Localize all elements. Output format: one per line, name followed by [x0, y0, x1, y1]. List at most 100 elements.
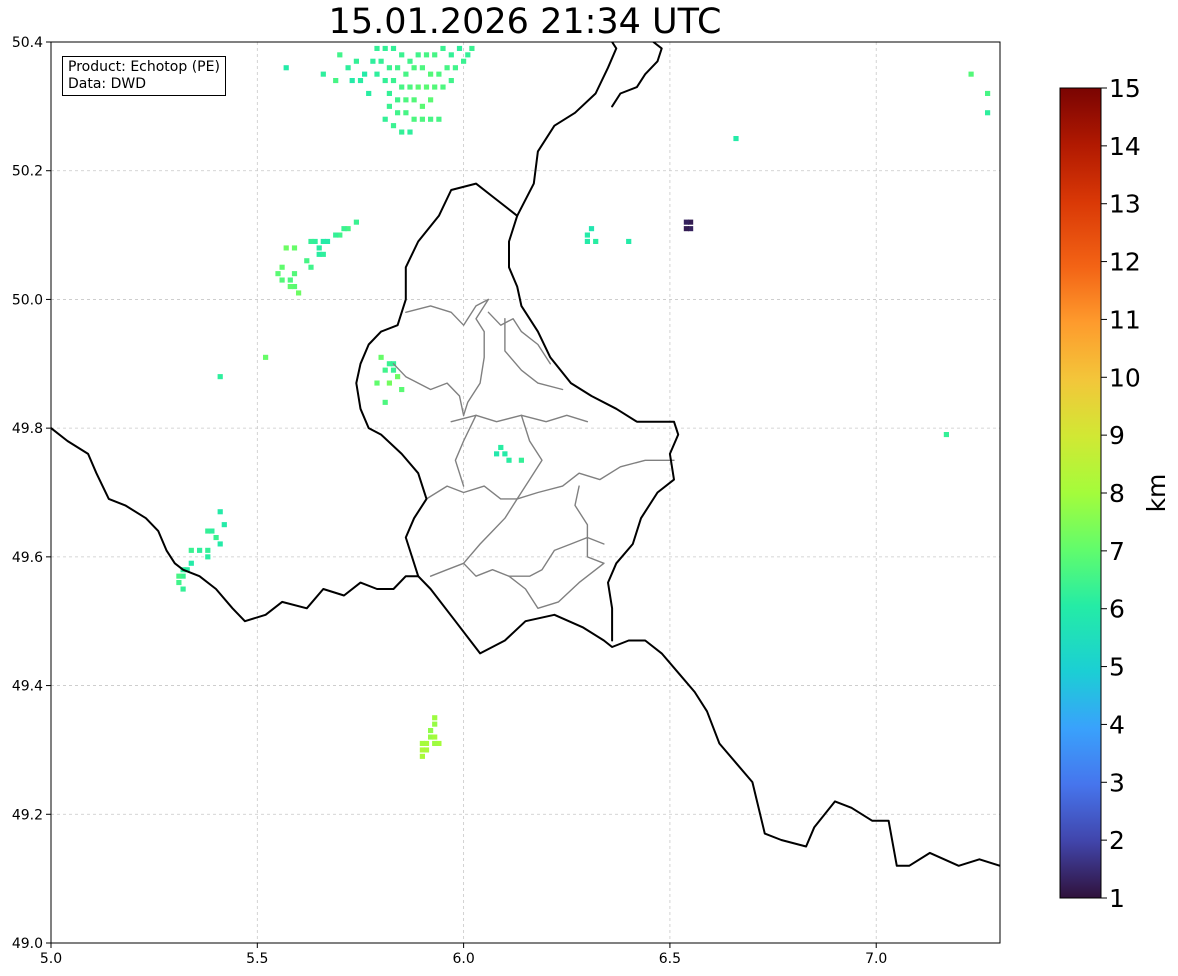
- radar-cell: [217, 374, 223, 380]
- canton-border: [454, 414, 477, 487]
- radar-cell: [419, 103, 425, 109]
- product-label: Product: Echotop (PE): [68, 59, 220, 75]
- radar-cell: [626, 238, 632, 244]
- radar-cell: [407, 84, 413, 90]
- radar-cell: [320, 251, 326, 257]
- radar-cell: [386, 65, 392, 71]
- map-frame: [50, 41, 1001, 944]
- radar-cell: [374, 71, 380, 77]
- radar-cell: [188, 560, 194, 566]
- radar-cell: [403, 71, 409, 77]
- radar-cell: [498, 444, 504, 450]
- radar-cell: [683, 226, 689, 232]
- radar-cell: [419, 740, 425, 746]
- radar-cell: [304, 258, 310, 264]
- radar-cell: [287, 277, 293, 283]
- national-border: [417, 575, 1000, 867]
- radar-map: 5.0 5.5 6.0 6.5 7.0 49.0 49.2 49.4 49.6 49.8 50.0…: [12, 35, 1171, 967]
- radar-cell: [395, 97, 401, 103]
- radar-cell: [943, 432, 949, 438]
- radar-cell: [403, 97, 409, 103]
- longitude-axis: 5.0 5.5 6.0 6.5 7.0: [40, 943, 887, 967]
- radar-cell: [593, 238, 599, 244]
- radar-cell: [584, 232, 590, 238]
- radar-cell: [399, 52, 405, 58]
- canton-border: [574, 485, 605, 564]
- radar-cell: [378, 58, 384, 64]
- radar-cell: [403, 110, 409, 116]
- canton-border: [429, 498, 518, 577]
- radar-cell: [436, 116, 442, 122]
- canton-borders: [392, 298, 675, 609]
- radar-cell: [386, 90, 392, 96]
- x-tick-label: 6.0: [452, 951, 474, 967]
- national-border: [51, 427, 420, 623]
- radar-cell: [180, 586, 186, 592]
- radar-cell: [221, 522, 227, 528]
- colorbar-tick-label: 13: [1109, 190, 1141, 219]
- radar-cell: [423, 52, 430, 58]
- radar-cell: [428, 71, 434, 77]
- radar-cell: [217, 509, 223, 515]
- colorbar-tick-label: 8: [1109, 479, 1125, 508]
- y-tick-label: 49.4: [12, 679, 43, 695]
- radar-cell: [390, 78, 397, 84]
- radar-cell: [428, 97, 434, 103]
- canton-border: [425, 459, 675, 500]
- x-tick-label: 5.0: [40, 951, 62, 967]
- radar-cell: [444, 65, 450, 71]
- radar-cell: [448, 52, 454, 58]
- radar-cell: [287, 284, 293, 290]
- colorbar-tick-label: 14: [1109, 132, 1141, 161]
- radar-cell: [308, 238, 314, 244]
- radar-cell: [275, 271, 281, 277]
- radar-cell: [291, 271, 298, 277]
- radar-cell: [452, 65, 458, 71]
- colorbar-tick-label: 7: [1109, 537, 1125, 566]
- radar-cell: [584, 238, 590, 244]
- radar-cell: [205, 554, 211, 560]
- colorbar-tick-label: 6: [1109, 595, 1125, 624]
- radar-cell: [320, 238, 326, 244]
- radar-cell: [390, 45, 397, 51]
- radar-cell: [465, 52, 471, 58]
- radar-cell: [205, 528, 211, 534]
- radar-cell: [283, 245, 289, 251]
- radar-cell: [494, 451, 500, 457]
- y-tick-label: 50.2: [12, 164, 43, 180]
- colorbar-tick-label: 5: [1109, 653, 1125, 682]
- radar-cell: [419, 65, 425, 71]
- radar-cell: [382, 399, 388, 405]
- y-tick-label: 49.2: [12, 807, 43, 823]
- radar-cell: [506, 457, 512, 463]
- radar-cell: [279, 277, 285, 283]
- radar-cell: [374, 45, 380, 51]
- colorbar-tick-label: 9: [1109, 421, 1125, 450]
- colorbar-tick-label: 3: [1109, 768, 1125, 797]
- radar-cell: [390, 367, 397, 373]
- radar-cell: [419, 753, 425, 759]
- radar-cell: [386, 103, 392, 109]
- radar-cell: [213, 535, 219, 541]
- radar-cell: [411, 65, 417, 71]
- national-border: [611, 42, 663, 108]
- radar-cell: [197, 547, 203, 553]
- colorbar-unit-label: km: [1142, 474, 1171, 513]
- radar-cell: [399, 387, 405, 393]
- national-borders: [51, 42, 1000, 867]
- radar-cell: [176, 573, 182, 579]
- radar-cell: [390, 123, 397, 129]
- radar-cell: [188, 547, 194, 553]
- y-tick-label: 50.4: [12, 35, 43, 51]
- colorbar-tick-label: 4: [1109, 710, 1125, 739]
- radar-cell: [337, 52, 343, 58]
- radar-cell: [432, 721, 438, 727]
- radar-cell: [432, 84, 438, 90]
- radar-cell: [353, 58, 359, 64]
- colorbar-tick-label: 15: [1109, 74, 1141, 103]
- radar-cell: [386, 380, 392, 386]
- colorbar-tick-label: 10: [1109, 363, 1141, 392]
- radar-cell: [176, 580, 182, 586]
- product-info-box: Product: Echotop (PE) Data: DWD: [62, 56, 226, 96]
- radar-cell: [296, 290, 302, 296]
